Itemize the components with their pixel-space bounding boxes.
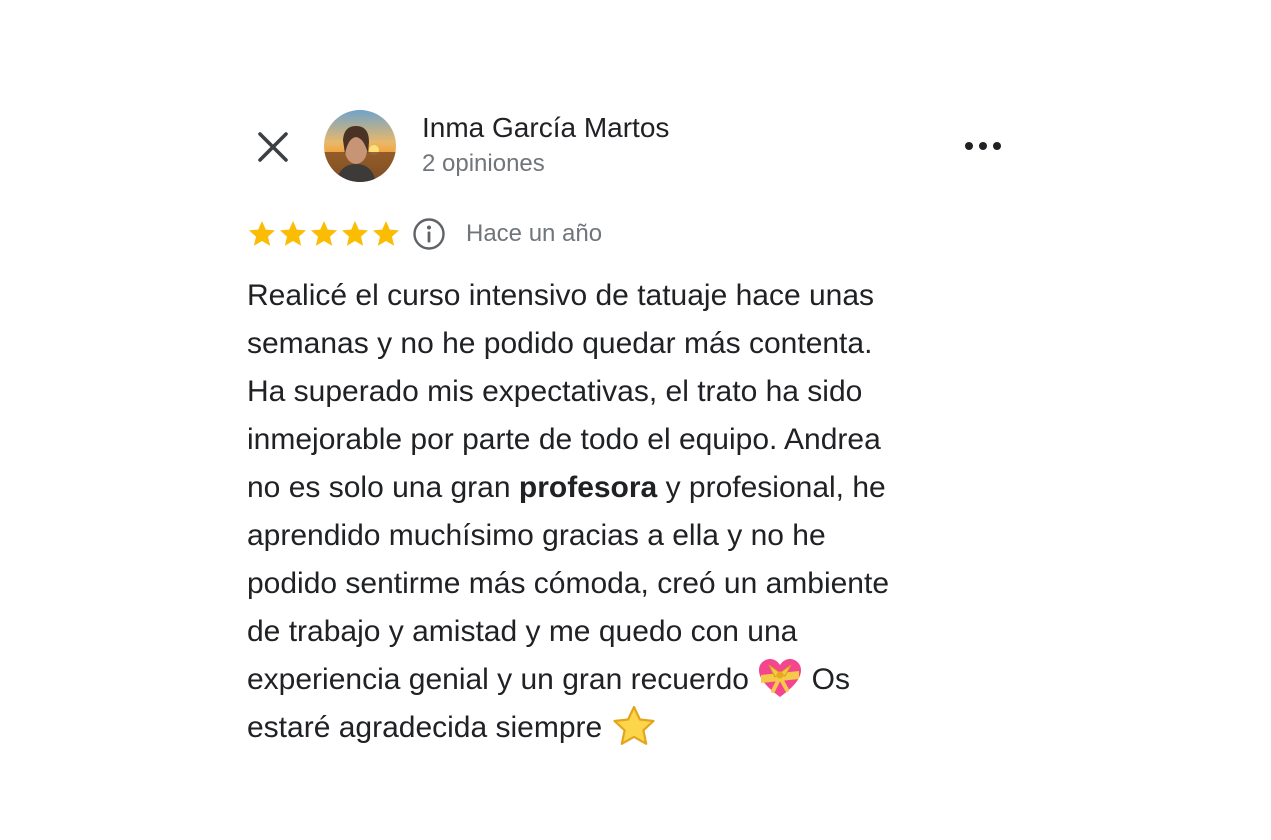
highlighted-keyword: profesora [518,471,658,504]
review-line: podido sentirme más cómoda, creó un ambi… [247,567,890,600]
review-line: aprendido muchísimo gracias a ella y no … [247,519,826,552]
more-horizontal-icon [965,142,1001,150]
star-icon [342,221,368,246]
heart-with-ribbon-emoji [759,659,802,698]
review-text-segment: Os [803,663,850,696]
review-line: Ha superado mis expectativas, el trato h… [247,375,863,408]
review-text-segment: estaré agradecida siempre [247,711,611,744]
close-button[interactable] [252,126,294,168]
star-emoji [612,705,655,745]
avatar[interactable] [324,110,396,182]
review-line: de trabajo y amistad y me quedo con una [247,615,798,648]
more-options-button[interactable] [960,128,1006,164]
review-text-segment: no es solo una gran [247,471,519,504]
review-date: Hace un año [466,220,603,247]
review-line: estaré agradecida siempre [247,704,1037,752]
review-text-segment: experiencia genial y un gran recuerdo [247,663,758,696]
close-icon [258,132,288,162]
rating-row: Hace un año [247,214,602,254]
star-icon [311,221,337,246]
star-icon [249,221,275,246]
star-rating [247,219,402,249]
review-line: semanas y no he podido quedar más conten… [247,327,873,360]
info-icon[interactable] [412,217,446,251]
star-icon [373,221,399,246]
star-icon [280,221,306,246]
review-text-segment: y profesional, he [657,471,886,504]
review-text: Realicé el curso intensivo de tatuaje ha… [247,272,1037,752]
author-reviews-count: 2 opiniones [422,150,545,177]
review-line: inmejorable por parte de todo el equipo.… [247,423,881,456]
review-line: Realicé el curso intensivo de tatuaje ha… [247,279,875,312]
review-line: experiencia genial y un gran recuerdo Os [247,656,1037,704]
author-name[interactable]: Inma García Martos [422,112,669,144]
review-line: no es solo una gran profesora y profesio… [247,464,1037,512]
